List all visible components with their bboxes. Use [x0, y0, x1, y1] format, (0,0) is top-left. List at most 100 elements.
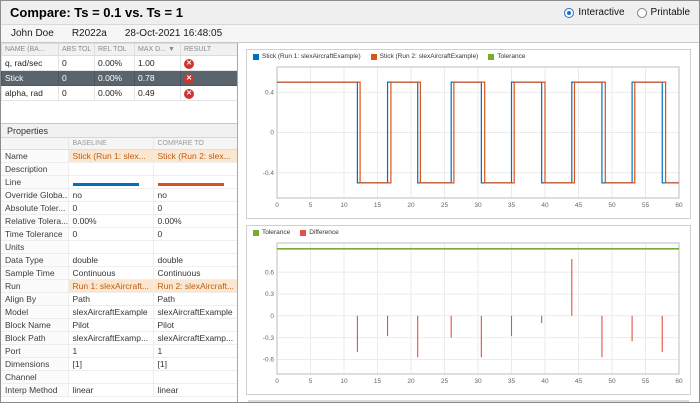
svg-text:60: 60	[675, 202, 683, 209]
svg-text:50: 50	[608, 378, 616, 385]
svg-text:15: 15	[374, 202, 382, 209]
svg-text:-0.3: -0.3	[263, 335, 275, 342]
property-compare-value: slexAircraftExample	[153, 305, 237, 319]
radio-label: Interactive	[578, 7, 625, 18]
signal-row[interactable]: q, rad/sec 0 0.00% 1.00 ✕	[1, 55, 237, 71]
signal-name: alpha, rad	[1, 85, 59, 101]
svg-text:-0.6: -0.6	[263, 357, 275, 364]
signal-abs-tol: 0	[58, 55, 95, 71]
legend-swatch-icon	[253, 229, 259, 236]
svg-text:0.3: 0.3	[265, 291, 274, 298]
signal-name: q, rad/sec	[1, 55, 59, 71]
property-row: Relative Tolera... 0.00% 0.00%	[1, 214, 237, 228]
legend-item: Stick (Run 1: slexAircraftExample)	[253, 53, 361, 60]
sig-col-result[interactable]: RESULT	[180, 43, 237, 56]
property-label: Interp Method	[1, 383, 69, 397]
svg-text:40: 40	[541, 202, 549, 209]
property-label: Absolute Toler...	[1, 201, 69, 215]
svg-text:50: 50	[608, 202, 616, 209]
sig-col-max-diff[interactable]: MAX D... ▼	[134, 43, 181, 56]
meta-bar: John Doe R2022a 28-Oct-2021 16:48:05	[1, 25, 699, 43]
signal-abs-tol: 0	[58, 85, 95, 101]
property-row: Override Globa... no no	[1, 188, 237, 202]
svg-text:0: 0	[270, 313, 274, 320]
chart-panel: Stick (Run 1: slexAircraftExample) Stick …	[238, 43, 699, 402]
baseline-line-swatch	[72, 182, 139, 186]
property-baseline-value	[68, 240, 154, 254]
horizontal-scrollbar[interactable]	[248, 400, 689, 402]
legend-swatch-icon	[370, 53, 377, 60]
svg-text:55: 55	[642, 202, 650, 209]
property-baseline-value: Continuous	[68, 266, 154, 280]
difference-plot[interactable]: 0 5 10 15 20 25 30 35 40 45 50 55 60 0.6 0.3 0 -0.3 -0.6	[251, 238, 685, 388]
property-compare-value: [1]	[153, 357, 237, 371]
legend-label: Stick (Run 2: slexAircraftExample)	[379, 53, 479, 60]
properties-section-header[interactable]: Properties	[1, 123, 237, 138]
svg-text:40: 40	[541, 378, 549, 385]
sig-col-rel-tol[interactable]: REL TOL	[94, 43, 135, 56]
svg-text:60: 60	[675, 378, 683, 385]
property-label: Block Name	[1, 318, 69, 332]
signal-row[interactable]: alpha, rad 0 0.00% 0.49 ✕	[1, 85, 237, 101]
signal-chart-box: Stick (Run 1: slexAircraftExample) Stick …	[246, 49, 691, 219]
property-baseline-value: slexAircraftExamp...	[68, 331, 154, 345]
property-row: Model slexAircraftExample slexAircraftExam…	[1, 305, 237, 319]
signal-result: ✕	[180, 55, 237, 71]
property-row: Channel	[1, 370, 237, 384]
legend-swatch-icon	[300, 229, 307, 236]
legend-label: Tolerance	[497, 53, 526, 60]
signals-table-area: NAME (BA... ABS TOL REL TOL MAX D... ▼ RESUL…	[1, 43, 237, 123]
signal-chart-legend: Stick (Run 1: slexAircraftExample) Stick …	[253, 53, 686, 60]
page-title: Compare: Ts = 0.1 vs. Ts = 1	[10, 5, 183, 20]
property-baseline-value: 0.00%	[68, 214, 154, 228]
svg-text:10: 10	[340, 378, 348, 385]
legend-swatch-icon	[488, 53, 495, 60]
signal-result: ✕	[180, 85, 237, 101]
signals-table-header: NAME (BA... ABS TOL REL TOL MAX D... ▼ RESUL…	[1, 43, 237, 56]
signal-max-diff: 0.78	[134, 70, 181, 86]
legend-label: Tolerance	[262, 229, 291, 236]
view-option-interactive[interactable]: Interactive	[564, 7, 625, 18]
property-compare-value	[153, 175, 237, 189]
svg-text:0: 0	[275, 202, 279, 209]
difference-chart-legend: Tolerance Difference	[253, 229, 686, 236]
properties-table-header: BASELINE COMPARE TO	[1, 138, 237, 150]
view-option-printable[interactable]: Printable	[636, 7, 690, 18]
property-baseline-value: slexAircraftExample	[68, 305, 154, 319]
property-row: Block Path slexAircraftExamp... slexAircra…	[1, 331, 237, 345]
property-label: Block Path	[1, 331, 69, 345]
svg-text:20: 20	[407, 202, 415, 209]
radio-icon	[636, 7, 647, 18]
sig-col-name[interactable]: NAME (BA...	[1, 43, 59, 56]
legend-label: Difference	[309, 229, 339, 236]
property-row: Port 1 1	[1, 344, 237, 358]
release-label: R2022a	[71, 28, 107, 39]
property-compare-value: Continuous	[153, 266, 237, 280]
sig-col-abs-tol[interactable]: ABS TOL	[58, 43, 95, 56]
properties-table: BASELINE COMPARE TO Name Stick (Run 1: sle…	[1, 138, 237, 397]
property-baseline-value	[68, 370, 154, 384]
property-compare-value: 0	[153, 201, 237, 215]
property-compare-value	[153, 240, 237, 254]
property-baseline-value: 0	[68, 227, 154, 241]
property-compare-value: double	[153, 253, 237, 267]
svg-text:10: 10	[340, 202, 348, 209]
timestamp: 28-Oct-2021 16:48:05	[124, 28, 223, 39]
signal-row[interactable]: Stick 0 0.00% 0.78 ✕	[1, 70, 237, 86]
property-label: Relative Tolera...	[1, 214, 69, 228]
property-compare-value: no	[153, 188, 237, 202]
property-baseline-value: Pilot	[68, 318, 154, 332]
property-row: Absolute Toler... 0 0	[1, 201, 237, 215]
svg-text:45: 45	[575, 202, 583, 209]
properties-title: Properties	[7, 125, 49, 136]
property-baseline-value: linear	[68, 383, 154, 397]
signal-plot[interactable]: 0 5 10 15 20 25 30 35 40 45 50 55 60 0.4 0 -0.4	[251, 62, 685, 212]
svg-text:25: 25	[441, 202, 449, 209]
property-baseline-value: no	[68, 188, 154, 202]
legend-item: Tolerance	[488, 53, 525, 60]
difference-chart-box: Tolerance Difference 0 5 10 15 20 25 30 35 40 45 50…	[246, 225, 691, 395]
sdi-compare-report: { "header": { "title": "Compare: Ts = 0.…	[0, 0, 700, 403]
legend-swatch-icon	[253, 53, 259, 60]
svg-text:5: 5	[309, 202, 313, 209]
property-row: Time Tolerance 0 0	[1, 227, 237, 241]
